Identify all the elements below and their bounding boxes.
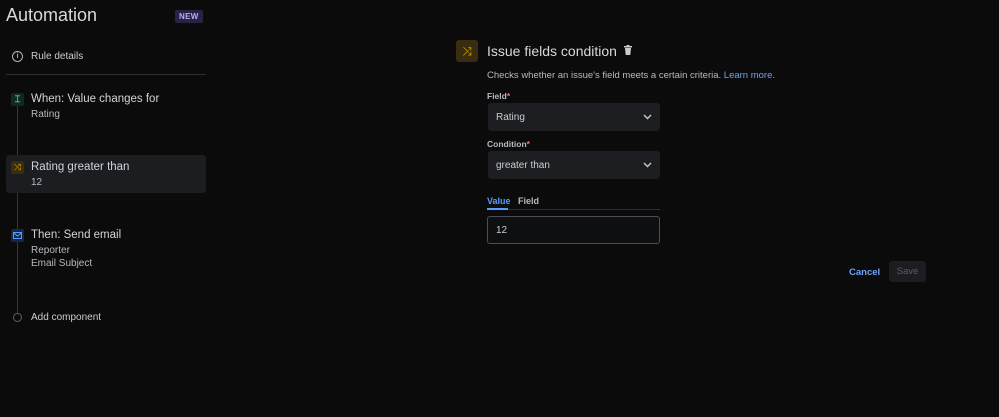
add-component-link[interactable]: Add component: [31, 312, 101, 323]
condition-title: Rating greater than: [31, 161, 130, 173]
field-label-text: Field: [487, 91, 507, 101]
condition-select[interactable]: greater than: [488, 151, 660, 179]
condition-label: Condition*: [487, 139, 530, 149]
tab-value[interactable]: Value: [487, 196, 511, 206]
value-input[interactable]: 12: [487, 216, 660, 244]
mail-icon: [11, 229, 24, 242]
panel-description: Checks whether an issue's field meets a …: [487, 70, 775, 81]
action-sub-subject: Email Subject: [31, 258, 93, 269]
field-select[interactable]: Rating: [488, 103, 660, 131]
action-sub-recipient: Reporter: [31, 245, 70, 256]
value-input-text: 12: [496, 224, 508, 236]
chevron-down-icon: [643, 114, 652, 120]
condition-select-value: greater than: [496, 159, 550, 171]
condition-sub: 12: [31, 177, 43, 188]
timeline-line: [17, 106, 18, 314]
branch-icon: ⤨: [11, 161, 24, 174]
description-text: Checks whether an issue's field meets a …: [487, 70, 722, 81]
trash-icon[interactable]: [624, 45, 632, 58]
condition-step[interactable]: Rating greater than 12: [31, 161, 129, 188]
rule-details-label: Rule details: [31, 51, 84, 62]
action-step[interactable]: Then: Send email Reporter Email Subject: [31, 229, 121, 269]
field-label: Field*: [487, 91, 510, 101]
active-tab-indicator: [487, 208, 508, 210]
save-button[interactable]: Save: [889, 261, 926, 282]
rule-details-item[interactable]: i Rule details: [12, 51, 83, 62]
action-title: Then: Send email: [31, 229, 122, 241]
condition-label-text: Condition: [487, 139, 527, 149]
chevron-down-icon: [643, 162, 652, 168]
panel-title: Issue fields condition: [487, 43, 617, 59]
branch-icon: ⤨: [456, 40, 478, 62]
new-badge: NEW: [175, 10, 203, 23]
page-title: Automation: [6, 5, 98, 25]
cancel-button[interactable]: Cancel: [843, 262, 886, 282]
tabs-divider: [487, 209, 660, 210]
learn-more-link[interactable]: Learn more.: [724, 70, 775, 81]
add-dot-icon: [13, 313, 22, 322]
info-icon: i: [12, 51, 23, 62]
required-mark: *: [526, 139, 530, 149]
required-mark: *: [506, 91, 511, 101]
tab-field[interactable]: Field: [518, 196, 539, 206]
trigger-title: When: Value changes for: [31, 93, 160, 105]
trigger-step[interactable]: When: Value changes for Rating: [31, 93, 159, 120]
divider: [6, 74, 206, 75]
field-select-value: Rating: [496, 111, 525, 123]
trigger-sub: Rating: [31, 109, 60, 120]
trigger-icon: ⌶: [11, 93, 24, 106]
